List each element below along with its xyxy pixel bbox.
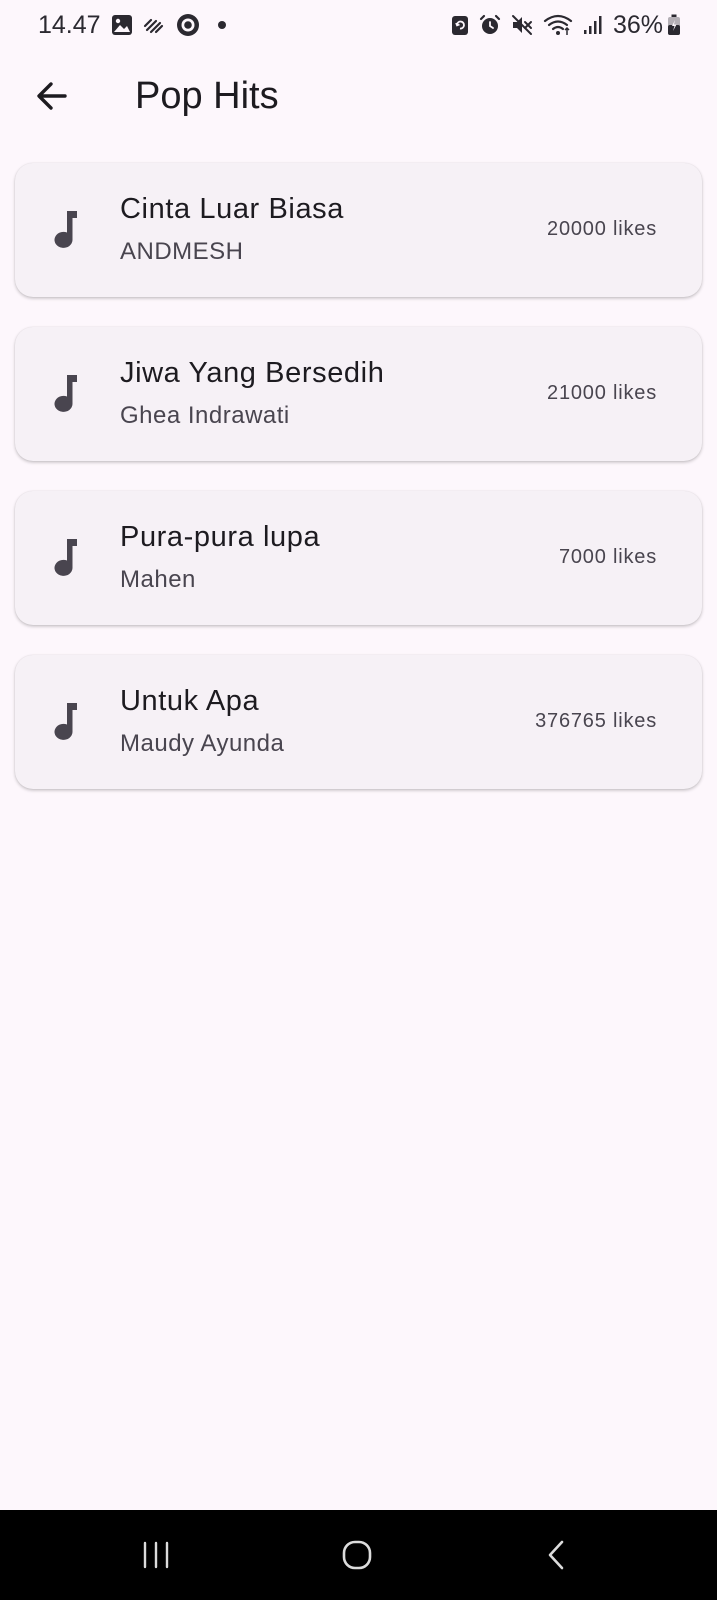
- music-note-icon: [54, 375, 77, 412]
- song-title: Jiwa Yang Bersedih: [120, 357, 385, 389]
- music-note-icon: [54, 703, 77, 740]
- status-bar: 14.47 36%: [0, 0, 717, 50]
- status-bar-left: 14.47: [38, 11, 227, 40]
- song-artist: Ghea Indrawati: [120, 402, 290, 429]
- song-list: Cinta Luar Biasa ANDMESH 20000 likes Jiw…: [15, 163, 702, 819]
- song-likes: 7000 likes: [558, 546, 657, 568]
- target-icon: [175, 12, 201, 38]
- home-icon: [342, 1540, 372, 1570]
- dot-icon: [217, 20, 227, 30]
- recent-apps-icon: [143, 1541, 169, 1569]
- scribble-icon: [143, 14, 165, 36]
- status-bar-right: 36%: [451, 11, 681, 40]
- battery-icon: [667, 14, 681, 36]
- song-title: Pura-pura lupa: [120, 521, 321, 553]
- sync-icon: [451, 14, 469, 36]
- wifi-icon: [543, 14, 573, 36]
- music-note-icon: [54, 211, 77, 248]
- nav-back-button[interactable]: [527, 1530, 587, 1580]
- song-card[interactable]: Cinta Luar Biasa ANDMESH 20000 likes: [15, 163, 702, 297]
- signal-icon: [583, 15, 603, 35]
- back-icon: [548, 1540, 564, 1570]
- image-icon: [111, 14, 133, 36]
- alarm-icon: [479, 14, 501, 36]
- song-card[interactable]: Pura-pura lupa Mahen 7000 likes: [15, 491, 702, 625]
- app-bar: Pop Hits: [0, 50, 717, 142]
- battery-percent: 36%: [612, 10, 663, 39]
- song-title: Cinta Luar Biasa: [120, 193, 344, 225]
- song-artist: Mahen: [120, 566, 196, 593]
- song-likes: 21000 likes: [547, 382, 657, 404]
- song-card[interactable]: Untuk Apa Maudy Ayunda 376765 likes: [15, 655, 702, 789]
- music-note-icon: [54, 539, 77, 576]
- page-title: Pop Hits: [135, 75, 279, 117]
- song-artist: Maudy Ayunda: [120, 730, 285, 757]
- song-artist: ANDMESH: [120, 238, 244, 265]
- song-likes: 20000 likes: [547, 218, 657, 240]
- song-title: Untuk Apa: [120, 685, 260, 717]
- arrow-left-icon: [37, 82, 67, 110]
- recent-apps-button[interactable]: [126, 1530, 186, 1580]
- song-card[interactable]: Jiwa Yang Bersedih Ghea Indrawati 21000 …: [15, 327, 702, 461]
- system-nav-bar: [0, 1510, 717, 1600]
- song-likes: 376765 likes: [535, 710, 657, 732]
- status-time: 14.47: [38, 10, 101, 39]
- home-button[interactable]: [327, 1530, 387, 1580]
- back-button[interactable]: [26, 70, 78, 122]
- mute-icon: [511, 14, 533, 36]
